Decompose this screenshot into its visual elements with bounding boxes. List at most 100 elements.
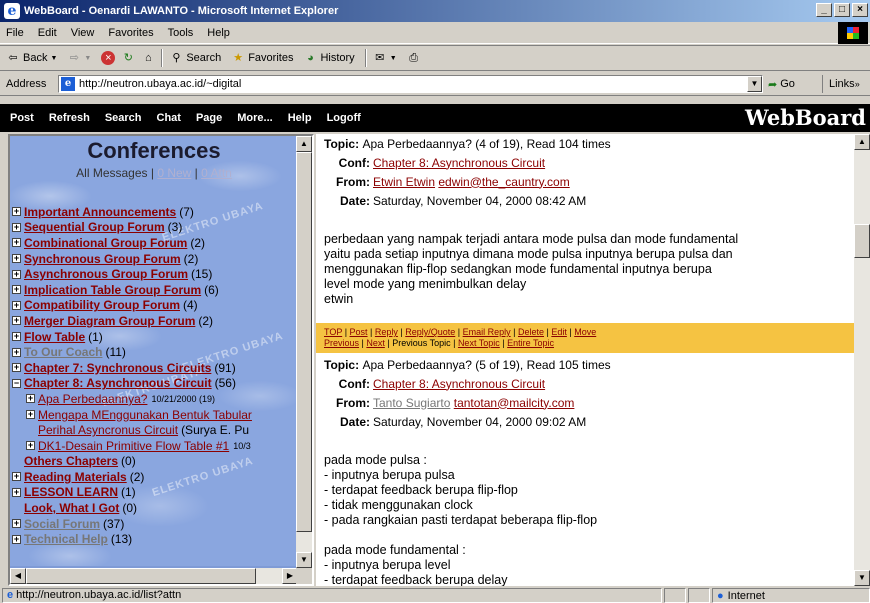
right-vertical-scrollbar[interactable]: ▲ ▼ <box>854 134 870 586</box>
conference-link[interactable]: Sequential Group Forum <box>24 220 165 234</box>
expand-icon[interactable]: + <box>12 222 21 232</box>
topic-link[interactable]: Apa Perbedaannya? <box>38 392 147 406</box>
left-horizontal-scrollbar[interactable]: ◀ ▶ <box>10 568 298 584</box>
conference-link[interactable]: Technical Help <box>24 532 108 546</box>
conference-link[interactable]: Combinational Group Forum <box>24 236 187 250</box>
expand-icon[interactable]: + <box>12 285 21 295</box>
back-button[interactable]: ⇦ Back ▼ <box>6 51 57 65</box>
expand-icon[interactable]: + <box>12 238 21 248</box>
expand-icon[interactable]: + <box>12 534 21 544</box>
top-link[interactable]: TOP <box>324 327 342 337</box>
scroll-down-icon[interactable]: ▼ <box>296 552 312 568</box>
post-link[interactable]: Post <box>350 327 368 337</box>
conference-link[interactable]: Others Chapters <box>24 454 118 468</box>
expand-icon[interactable]: + <box>26 441 35 451</box>
scroll-up-icon[interactable]: ▲ <box>854 134 870 150</box>
stop-icon[interactable]: × <box>101 51 116 65</box>
topic-link[interactable]: DK1-Desain Primitive Flow Table #1 <box>38 439 229 453</box>
search-button[interactable]: ⚲ Search <box>169 51 221 65</box>
new-link[interactable]: 0 New <box>157 166 191 180</box>
expand-icon[interactable]: + <box>12 487 21 497</box>
forward-dropdown-icon[interactable]: ▼ <box>84 55 91 62</box>
expand-icon[interactable]: + <box>12 472 21 482</box>
attn-link[interactable]: 0 Attn <box>201 166 232 180</box>
close-button[interactable]: × <box>852 3 868 17</box>
print-icon[interactable]: ⎙ <box>407 51 421 65</box>
expand-icon[interactable]: + <box>12 347 21 357</box>
scroll-left-icon[interactable]: ◀ <box>10 568 26 584</box>
menu-favorites[interactable]: Favorites <box>108 27 153 39</box>
email-link[interactable]: edwin@the_cauntry.com <box>438 175 569 189</box>
home-icon[interactable]: ⌂ <box>141 51 155 65</box>
author-link[interactable]: Tanto Sugiarto <box>373 396 450 410</box>
go-button[interactable]: ➦ Go <box>768 75 795 93</box>
entire-topic-link[interactable]: Entire Topic <box>507 338 554 348</box>
nav-chat[interactable]: Chat <box>157 112 181 124</box>
move-link[interactable]: Move <box>574 327 596 337</box>
nav-search[interactable]: Search <box>105 112 142 124</box>
menu-tools[interactable]: Tools <box>168 27 194 39</box>
nav-refresh[interactable]: Refresh <box>49 112 90 124</box>
conference-link[interactable]: Synchronous Group Forum <box>24 252 181 266</box>
expand-icon[interactable]: + <box>12 363 21 373</box>
scroll-thumb[interactable] <box>296 152 312 532</box>
conference-link[interactable]: Social Forum <box>24 517 100 531</box>
expand-icon[interactable]: + <box>12 207 21 217</box>
nav-post[interactable]: Post <box>10 112 34 124</box>
expand-icon[interactable]: + <box>12 269 21 279</box>
previous-link[interactable]: Previous <box>324 338 359 348</box>
conference-link[interactable]: Reading Materials <box>24 470 127 484</box>
conference-link[interactable]: Look, What I Got <box>24 501 119 515</box>
next-topic-link[interactable]: Next Topic <box>458 338 500 348</box>
nav-more[interactable]: More... <box>237 112 272 124</box>
scroll-thumb[interactable] <box>26 568 256 584</box>
nav-logoff[interactable]: Logoff <box>327 112 361 124</box>
conference-link[interactable]: Important Announcements <box>24 205 176 219</box>
favorites-button[interactable]: ★ Favorites <box>231 51 293 65</box>
expand-icon[interactable]: + <box>12 316 21 326</box>
delete-link[interactable]: Delete <box>518 327 544 337</box>
conference-link[interactable]: To Our Coach <box>24 345 102 359</box>
nav-page[interactable]: Page <box>196 112 222 124</box>
menu-view[interactable]: View <box>71 27 95 39</box>
conference-link[interactable]: LESSON LEARN <box>24 485 118 499</box>
mail-button[interactable]: ✉ ▼ <box>373 51 397 65</box>
expand-icon[interactable]: + <box>12 332 21 342</box>
expand-icon[interactable]: + <box>12 519 21 529</box>
conference-link[interactable]: Merger Diagram Group Forum <box>24 314 195 328</box>
links-button[interactable]: Links » <box>822 75 860 93</box>
history-button[interactable]: ◕ History <box>303 51 355 65</box>
conference-link[interactable]: Flow Table <box>24 330 85 344</box>
author-link[interactable]: Etwin Etwin <box>373 175 435 189</box>
conference-link[interactable]: Chapter 8: Asynchronous Circuit <box>24 376 212 390</box>
conference-link[interactable]: Chapter 7: Synchronous Circuits <box>24 361 211 375</box>
scroll-up-icon[interactable]: ▲ <box>296 136 312 152</box>
scroll-thumb[interactable] <box>854 224 870 258</box>
address-input[interactable]: e http://neutron.ubaya.ac.id/~digital ▼ <box>58 75 763 93</box>
expand-icon[interactable]: + <box>26 410 35 420</box>
maximize-button[interactable]: □ <box>834 3 850 17</box>
address-dropdown-icon[interactable]: ▼ <box>747 76 762 92</box>
reply-quote-link[interactable]: Reply/Quote <box>405 327 455 337</box>
menu-file[interactable]: File <box>6 27 24 39</box>
next-link[interactable]: Next <box>366 338 385 348</box>
scroll-down-icon[interactable]: ▼ <box>854 570 870 586</box>
expand-icon[interactable]: + <box>12 300 21 310</box>
nav-help[interactable]: Help <box>288 112 312 124</box>
conference-link[interactable]: Asynchronous Group Forum <box>24 267 188 281</box>
topic-link[interactable]: Perihal Asyncronus Circuit <box>38 423 178 437</box>
menu-edit[interactable]: Edit <box>38 27 57 39</box>
minimize-button[interactable]: _ <box>816 3 832 17</box>
email-reply-link[interactable]: Email Reply <box>463 327 511 337</box>
refresh-icon[interactable]: ↻ <box>121 51 135 65</box>
email-link[interactable]: tantotan@mailcity.com <box>454 396 575 410</box>
expand-icon[interactable]: + <box>12 254 21 264</box>
collapse-icon[interactable]: − <box>12 378 21 388</box>
conference-link[interactable]: Chapter 8: Asynchronous Circuit <box>373 377 545 391</box>
reply-link[interactable]: Reply <box>375 327 398 337</box>
edit-link[interactable]: Edit <box>551 327 567 337</box>
back-dropdown-icon[interactable]: ▼ <box>50 55 57 62</box>
menu-help[interactable]: Help <box>207 27 230 39</box>
topic-link[interactable]: Mengapa MEnggunakan Bentuk Tabular <box>38 408 252 422</box>
conference-link[interactable]: Implication Table Group Forum <box>24 283 201 297</box>
